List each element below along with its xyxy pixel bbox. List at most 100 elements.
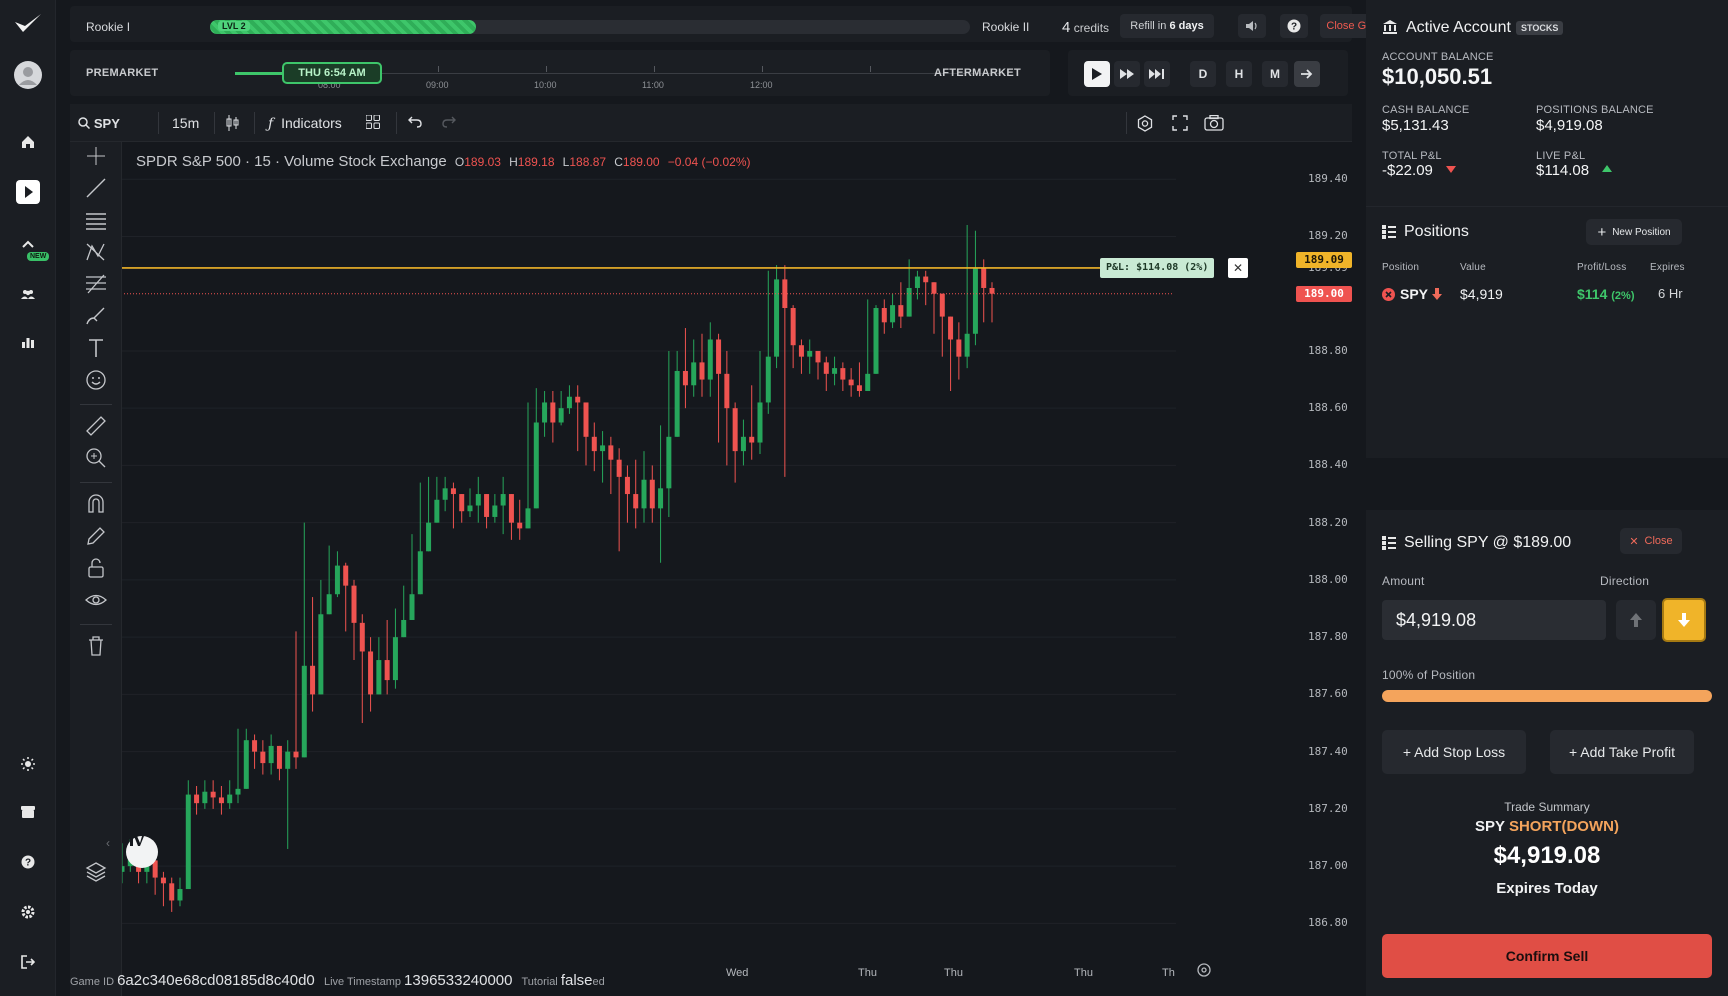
candle-body xyxy=(624,476,630,495)
candle-body xyxy=(906,287,912,317)
home-icon[interactable] xyxy=(16,130,40,154)
candle-body xyxy=(865,373,871,392)
skip-end-icon[interactable] xyxy=(1144,61,1170,87)
interval-day-button[interactable]: D xyxy=(1190,61,1216,87)
pnl-tag[interactable]: P&L: $114.08 (2%) xyxy=(1100,257,1215,278)
live-timestamp: 1396533240000 xyxy=(404,972,513,989)
symbol-search[interactable]: SPY xyxy=(78,115,120,131)
play-icon[interactable] xyxy=(1084,61,1110,87)
indicators-button[interactable]: ƒ Indicators xyxy=(268,115,342,132)
horizontal-lines-icon[interactable] xyxy=(84,208,108,232)
close-order-button[interactable]: ✕ Close xyxy=(1620,528,1682,554)
confirm-sell-button[interactable]: Confirm Sell xyxy=(1382,934,1712,978)
candle-body xyxy=(426,522,432,552)
timeline-current-time[interactable]: THU 6:54 AM xyxy=(282,62,382,84)
camera-icon[interactable] xyxy=(1204,114,1224,134)
redo-icon[interactable] xyxy=(442,115,456,131)
price-axis-label: 187.00 xyxy=(1308,859,1348,873)
candle-body xyxy=(666,436,672,489)
table-row[interactable]: SPY $4,919 $114 (2%) 6 Hr xyxy=(1366,279,1728,309)
layers-icon[interactable] xyxy=(84,860,108,884)
active-account-panel: Active Account STOCKS ACCOUNT BALANCE $1… xyxy=(1366,0,1728,220)
position-pnl: $114 (2%) xyxy=(1577,286,1635,302)
eye-icon[interactable] xyxy=(84,588,108,612)
arrow-right-icon[interactable] xyxy=(1294,61,1320,87)
add-take-profit-button[interactable]: + Add Take Profit xyxy=(1550,730,1694,774)
layouts-grid-icon[interactable] xyxy=(365,114,380,132)
emoji-icon[interactable] xyxy=(84,368,108,392)
store-icon[interactable] xyxy=(16,800,40,824)
account-title: Active Account xyxy=(1406,19,1511,36)
level-current: Rookie I xyxy=(86,20,131,34)
settings-gear-icon[interactable] xyxy=(16,900,40,924)
candle-body xyxy=(633,494,639,509)
price-chart[interactable]: SPDR S&P 500 · 15 · Volume Stock Exchang… xyxy=(106,142,1352,988)
new-position-button[interactable]: + New Position xyxy=(1586,219,1682,245)
theme-sun-icon[interactable] xyxy=(16,752,40,776)
help-icon[interactable]: ? xyxy=(16,850,40,874)
trend-line-icon[interactable] xyxy=(84,176,108,200)
magnet-icon[interactable] xyxy=(84,492,108,516)
pattern-icon[interactable] xyxy=(84,240,108,264)
candle-body xyxy=(832,368,838,374)
candle-body xyxy=(939,293,945,317)
undo-icon[interactable] xyxy=(408,115,422,131)
fib-retracement-icon[interactable] xyxy=(84,272,108,296)
level-progress-bar: LVL 2 xyxy=(210,20,970,34)
candle-body xyxy=(475,494,481,506)
arrow-down-icon xyxy=(1678,613,1690,627)
trash-icon[interactable] xyxy=(84,634,108,658)
fast-forward-icon[interactable] xyxy=(1114,61,1140,87)
add-stop-loss-button[interactable]: + Add Stop Loss xyxy=(1382,730,1526,774)
tradingview-logo-icon[interactable] xyxy=(126,836,158,868)
lock-icon[interactable] xyxy=(84,556,108,580)
help-icon[interactable]: ? xyxy=(1280,14,1308,38)
candle-type-icon[interactable] xyxy=(226,115,240,134)
candle-body xyxy=(740,436,746,452)
zoom-in-icon[interactable] xyxy=(84,446,108,470)
bank-icon xyxy=(1382,19,1398,35)
brand-logo-icon[interactable] xyxy=(13,12,43,36)
leaderboard-icon[interactable] xyxy=(16,330,40,354)
collapse-chevron-icon[interactable]: ‹ xyxy=(106,836,110,850)
list-icon xyxy=(1382,225,1396,239)
candle-body xyxy=(508,494,514,523)
candle-body xyxy=(227,794,233,804)
chart-title: SPDR S&P 500 · 15 · Volume Stock Exchang… xyxy=(136,153,447,170)
candle-body xyxy=(268,745,274,764)
edit-pencil-icon[interactable] xyxy=(84,524,108,548)
candle-body xyxy=(815,350,821,363)
interval-hour-button[interactable]: H xyxy=(1226,61,1252,87)
candle-body xyxy=(368,651,374,695)
direction-down-button[interactable] xyxy=(1662,598,1706,642)
price-axis-label: 188.00 xyxy=(1308,572,1348,586)
avatar[interactable] xyxy=(13,60,43,90)
candle-body xyxy=(467,505,473,512)
crosshair-icon[interactable] xyxy=(84,144,108,168)
candle-body xyxy=(807,350,813,357)
community-icon[interactable] xyxy=(16,282,40,306)
candle-body xyxy=(881,308,887,323)
chart-settings-icon[interactable] xyxy=(1136,115,1154,136)
brush-icon[interactable] xyxy=(84,304,108,328)
play-game-icon[interactable] xyxy=(16,180,40,204)
logout-icon[interactable] xyxy=(16,950,40,974)
interval-selector[interactable]: 15m xyxy=(172,115,199,131)
candle-body xyxy=(931,282,937,294)
speaker-icon[interactable] xyxy=(1238,14,1266,38)
fullscreen-icon[interactable] xyxy=(1172,115,1188,134)
axis-settings-icon[interactable] xyxy=(1196,962,1216,982)
candle-body xyxy=(583,402,589,437)
candle-body xyxy=(276,745,282,769)
live-pnl-label: LIVE P&L xyxy=(1536,150,1586,162)
direction-up-button[interactable] xyxy=(1616,600,1656,640)
amount-input[interactable]: $4,919.08 xyxy=(1382,600,1606,640)
candle-body xyxy=(260,751,266,764)
close-position-icon[interactable]: ✕ xyxy=(1228,257,1248,278)
ruler-icon[interactable] xyxy=(84,414,108,438)
text-tool-icon[interactable] xyxy=(84,336,108,360)
close-circle-icon[interactable] xyxy=(1382,288,1395,301)
candle-body xyxy=(674,370,680,437)
position-percent-slider[interactable] xyxy=(1382,690,1712,702)
interval-minute-button[interactable]: M xyxy=(1262,61,1288,87)
